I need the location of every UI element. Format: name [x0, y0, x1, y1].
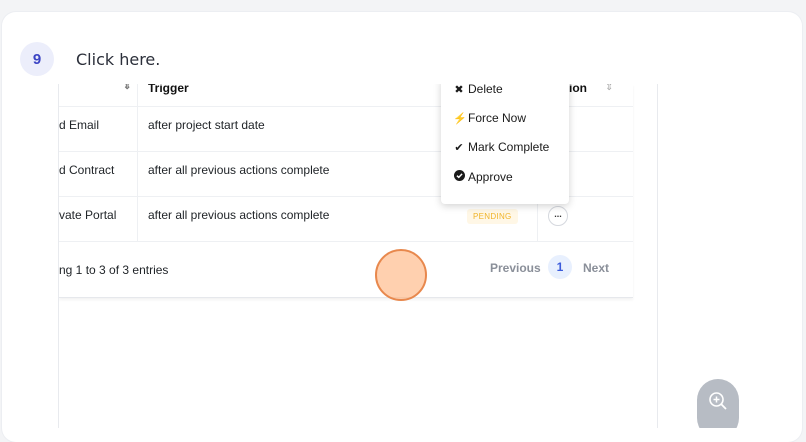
menu-item-delete[interactable]: ✖ Delete: [453, 84, 503, 96]
page-1-button[interactable]: 1: [548, 255, 572, 279]
table-cell-name: d Contract: [59, 163, 115, 177]
table-cell-trigger: after all previous actions complete: [148, 163, 330, 177]
previous-button[interactable]: Previous: [490, 261, 541, 275]
click-target-marker[interactable]: [375, 249, 427, 301]
table-cell-trigger: after all previous actions complete: [148, 208, 330, 222]
menu-item-label: Force Now: [468, 111, 527, 125]
step-number: 9: [20, 42, 54, 76]
status-badge: PENDING: [467, 209, 518, 224]
zoom-controls[interactable]: [697, 379, 739, 428]
menu-item-force-now[interactable]: ⚡ Force Now: [453, 111, 526, 125]
zoom-in-icon[interactable]: [708, 391, 728, 416]
data-table: ⇕ Trigger ion ⇕ d Email after project st…: [59, 84, 633, 298]
divider: [137, 84, 138, 242]
screenshot-area: ⇕ Trigger ion ⇕ d Email after project st…: [58, 84, 745, 428]
bolt-icon: ⚡: [453, 112, 467, 125]
table-cell-name: vate Portal: [59, 208, 117, 222]
close-icon: ✖: [454, 84, 464, 96]
step-header: 9 Click here.: [20, 42, 160, 76]
menu-item-mark-complete[interactable]: ✔ Mark Complete: [453, 140, 549, 154]
sort-icon[interactable]: ⇕: [123, 84, 131, 92]
check-circle-icon: [453, 170, 465, 184]
entries-info: ng 1 to 3 of 3 entries: [59, 263, 169, 277]
column-header-action[interactable]: ion: [569, 84, 587, 95]
more-actions-button[interactable]: ...: [548, 206, 568, 226]
table-cell-trigger: after project start date: [148, 118, 265, 132]
side-panel: [657, 84, 745, 428]
table-cell-name: d Email: [59, 118, 100, 132]
menu-item-approve[interactable]: Approve: [453, 170, 513, 184]
menu-item-label: Mark Complete: [468, 140, 550, 154]
sort-icon[interactable]: ⇕: [605, 84, 613, 93]
menu-item-label: Delete: [468, 84, 503, 96]
column-header-trigger[interactable]: Trigger: [148, 84, 189, 95]
check-icon: ✔: [454, 141, 464, 154]
menu-item-label: Approve: [468, 170, 513, 184]
next-button[interactable]: Next: [583, 261, 609, 275]
step-instruction: Click here.: [76, 49, 161, 69]
divider: [59, 241, 633, 242]
actions-menu: ✖ Delete ⚡ Force Now ✔ Mark Complete App…: [441, 84, 569, 204]
